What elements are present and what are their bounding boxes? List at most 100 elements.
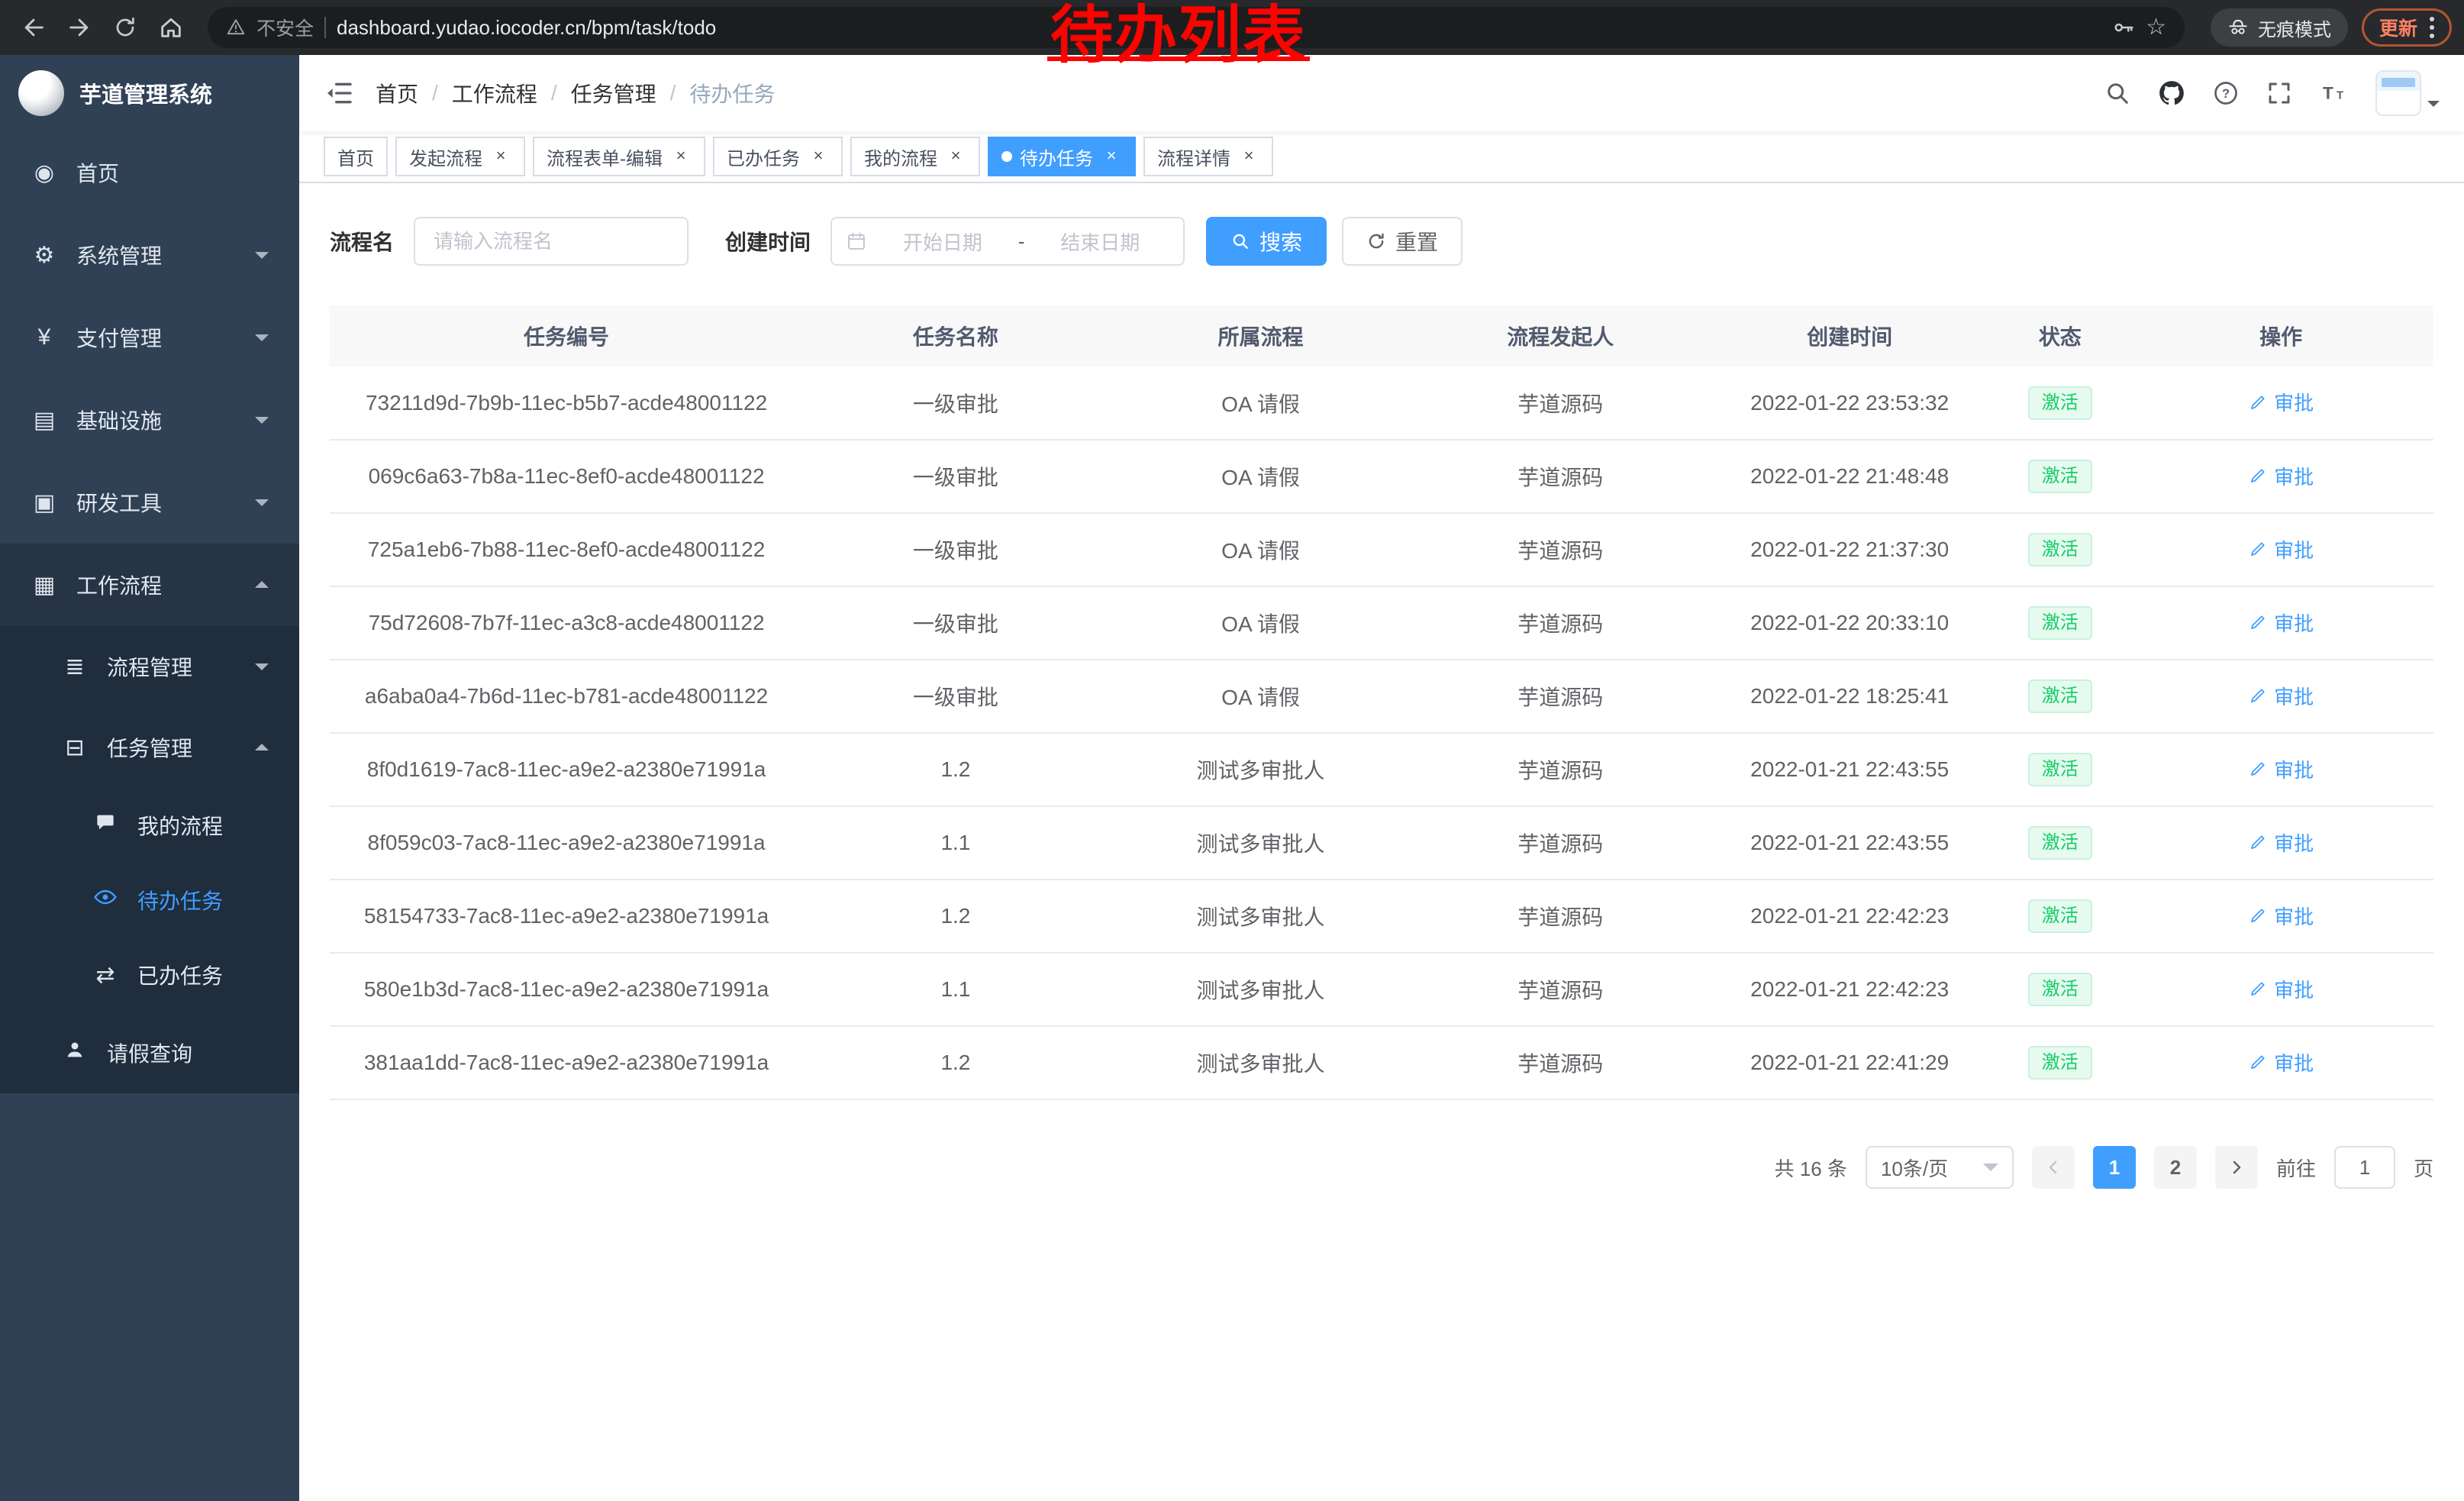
process-name: OA 请假 bbox=[1221, 392, 1300, 416]
approve-link[interactable]: 审批 bbox=[2248, 975, 2314, 1003]
sidebar-item-payment[interactable]: ¥ 支付管理 bbox=[0, 296, 299, 379]
menu-kebab-icon[interactable] bbox=[2430, 17, 2434, 38]
tab-close-icon[interactable]: × bbox=[1101, 146, 1122, 167]
create-time: 2022-01-21 22:41:29 bbox=[1750, 1051, 1949, 1074]
task-name: 1.2 bbox=[940, 1051, 970, 1074]
tab-process-form-edit[interactable]: 流程表单-编辑 × bbox=[533, 137, 705, 176]
task-name: 一级审批 bbox=[913, 392, 998, 416]
approve-link[interactable]: 审批 bbox=[2248, 388, 2314, 416]
task-id: 75d72608-7b7f-11ec-a3c8-acde48001122 bbox=[369, 611, 765, 634]
approve-link[interactable]: 审批 bbox=[2248, 535, 2314, 563]
search-button[interactable]: 搜索 bbox=[1206, 217, 1327, 266]
breadcrumb-task-management[interactable]: 任务管理 bbox=[571, 78, 656, 108]
tab-my-process[interactable]: 我的流程 × bbox=[850, 137, 980, 176]
tab-close-icon[interactable]: × bbox=[945, 146, 966, 167]
github-icon[interactable] bbox=[2157, 79, 2186, 108]
approve-link[interactable]: 审批 bbox=[2248, 462, 2314, 490]
sidebar-item-my-process[interactable]: 我的流程 bbox=[0, 788, 299, 863]
approve-label: 审批 bbox=[2274, 388, 2314, 416]
sidebar-item-process-management[interactable]: ≣ 流程管理 bbox=[0, 626, 299, 707]
table-row: 069c6a63-7b8a-11ec-8ef0-acde48001122 一级审… bbox=[330, 440, 2433, 513]
sidebar-item-infrastructure[interactable]: ▤ 基础设施 bbox=[0, 379, 299, 461]
initiator-name: 芋道源码 bbox=[1517, 979, 1603, 1002]
approve-link[interactable]: 审批 bbox=[2248, 828, 2314, 857]
tab-close-icon[interactable]: × bbox=[808, 146, 829, 167]
tab-label: 发起流程 bbox=[409, 144, 482, 170]
sidebar-item-home[interactable]: ◉ 首页 bbox=[0, 131, 299, 214]
sidebar-item-todo-tasks[interactable]: 待办任务 bbox=[0, 863, 299, 938]
page-button-2[interactable]: 2 bbox=[2154, 1146, 2197, 1189]
sidebar-item-devtools[interactable]: ▣ 研发工具 bbox=[0, 461, 299, 544]
sidebar-item-label: 任务管理 bbox=[107, 732, 237, 763]
approve-link[interactable]: 审批 bbox=[2248, 1048, 2314, 1077]
tab-home[interactable]: 首页 bbox=[324, 137, 388, 176]
reset-button[interactable]: 重置 bbox=[1342, 217, 1463, 266]
task-id: 381aa1dd-7ac8-11ec-a9e2-a2380e71991a bbox=[364, 1051, 769, 1074]
bookmark-star-icon[interactable]: ☆ bbox=[2146, 16, 2166, 39]
approve-link[interactable]: 审批 bbox=[2248, 902, 2314, 930]
prev-page-button[interactable] bbox=[2032, 1146, 2075, 1189]
create-time: 2022-01-22 20:33:10 bbox=[1750, 611, 1949, 634]
incognito-label: 无痕模式 bbox=[2258, 15, 2331, 41]
tab-start-process[interactable]: 发起流程 × bbox=[395, 137, 525, 176]
approve-label: 审批 bbox=[2274, 902, 2314, 930]
page-button-1[interactable]: 1 bbox=[2093, 1146, 2136, 1189]
sidebar-item-label: 工作流程 bbox=[76, 570, 237, 600]
approve-link[interactable]: 审批 bbox=[2248, 608, 2314, 637]
reload-icon[interactable] bbox=[104, 6, 147, 49]
fullscreen-icon[interactable] bbox=[2266, 79, 2293, 107]
sidebar-item-done-tasks[interactable]: ⇄ 已办任务 bbox=[0, 938, 299, 1012]
forward-icon[interactable] bbox=[58, 6, 101, 49]
back-icon[interactable] bbox=[12, 6, 55, 49]
navbar-actions: ? TT bbox=[2104, 70, 2440, 116]
key-icon[interactable] bbox=[2112, 16, 2135, 39]
devtools-icon: ▣ bbox=[31, 489, 58, 516]
table-header-row: 任务编号 任务名称 所属流程 流程发起人 创建时间 状态 操作 bbox=[330, 305, 2433, 366]
approve-label: 审批 bbox=[2274, 682, 2314, 710]
tab-label: 我的流程 bbox=[864, 144, 937, 170]
tab-process-detail[interactable]: 流程详情 × bbox=[1143, 137, 1273, 176]
table-row: 580e1b3d-7ac8-11ec-a9e2-a2380e71991a 1.1… bbox=[330, 953, 2433, 1026]
tab-close-icon[interactable]: × bbox=[490, 146, 511, 167]
home-icon[interactable] bbox=[150, 6, 192, 49]
process-name: 测试多审批人 bbox=[1197, 759, 1325, 783]
approve-link[interactable]: 审批 bbox=[2248, 755, 2314, 783]
search-icon[interactable] bbox=[2104, 79, 2131, 107]
chevron-down-icon bbox=[255, 663, 269, 677]
goto-page-input[interactable] bbox=[2334, 1146, 2395, 1189]
eye-icon bbox=[92, 885, 119, 915]
help-icon[interactable]: ? bbox=[2212, 79, 2240, 107]
tab-todo-tasks[interactable]: 待办任务 × bbox=[988, 137, 1136, 176]
sidebar-item-workflow[interactable]: ▦ 工作流程 bbox=[0, 544, 299, 626]
page-size-select[interactable]: 10条/页 bbox=[1866, 1146, 2014, 1189]
table-row: 8f0d1619-7ac8-11ec-a9e2-a2380e71991a 1.2… bbox=[330, 733, 2433, 806]
content: 流程名 创建时间 开始日期 - 结束日期 搜索 重 bbox=[299, 183, 2464, 1501]
initiator-name: 芋道源码 bbox=[1517, 539, 1603, 563]
font-size-icon[interactable]: TT bbox=[2319, 79, 2350, 107]
sidebar-fold-icon[interactable] bbox=[324, 78, 354, 108]
update-button[interactable]: 更新 bbox=[2362, 8, 2452, 47]
sidebar-item-task-management[interactable]: ⊟ 任务管理 bbox=[0, 707, 299, 788]
task-id: a6aba0a4-7b6d-11ec-b781-acde48001122 bbox=[365, 684, 768, 708]
create-time: 2022-01-21 22:42:23 bbox=[1750, 977, 1949, 1001]
date-range-picker[interactable]: 开始日期 - 结束日期 bbox=[830, 217, 1185, 266]
breadcrumb-workflow[interactable]: 工作流程 bbox=[452, 78, 537, 108]
process-name-input[interactable] bbox=[414, 217, 689, 266]
tabs-bar: 首页 发起流程 × 流程表单-编辑 × 已办任务 × 我的流程 × bbox=[299, 131, 2464, 183]
user-menu[interactable] bbox=[2375, 70, 2440, 116]
sidebar-item-system[interactable]: ⚙ 系统管理 bbox=[0, 214, 299, 296]
sidebar-item-label: 支付管理 bbox=[76, 322, 237, 353]
tab-done-tasks[interactable]: 已办任务 × bbox=[713, 137, 843, 176]
task-id: 580e1b3d-7ac8-11ec-a9e2-a2380e71991a bbox=[364, 977, 769, 1001]
approve-link[interactable]: 审批 bbox=[2248, 682, 2314, 710]
tab-close-icon[interactable]: × bbox=[1238, 146, 1259, 167]
create-time: 2022-01-22 21:48:48 bbox=[1750, 464, 1949, 488]
next-page-button[interactable] bbox=[2215, 1146, 2258, 1189]
url-text: dashboard.yudao.iocoder.cn/bpm/task/todo bbox=[337, 16, 716, 40]
breadcrumb-home[interactable]: 首页 bbox=[376, 78, 418, 108]
initiator-name: 芋道源码 bbox=[1517, 466, 1603, 489]
tab-close-icon[interactable]: × bbox=[670, 146, 692, 167]
chevron-up-icon bbox=[255, 737, 269, 750]
table-row: 8f059c03-7ac8-11ec-a9e2-a2380e71991a 1.1… bbox=[330, 806, 2433, 880]
sidebar-item-leave-query[interactable]: 请假查询 bbox=[0, 1012, 299, 1093]
